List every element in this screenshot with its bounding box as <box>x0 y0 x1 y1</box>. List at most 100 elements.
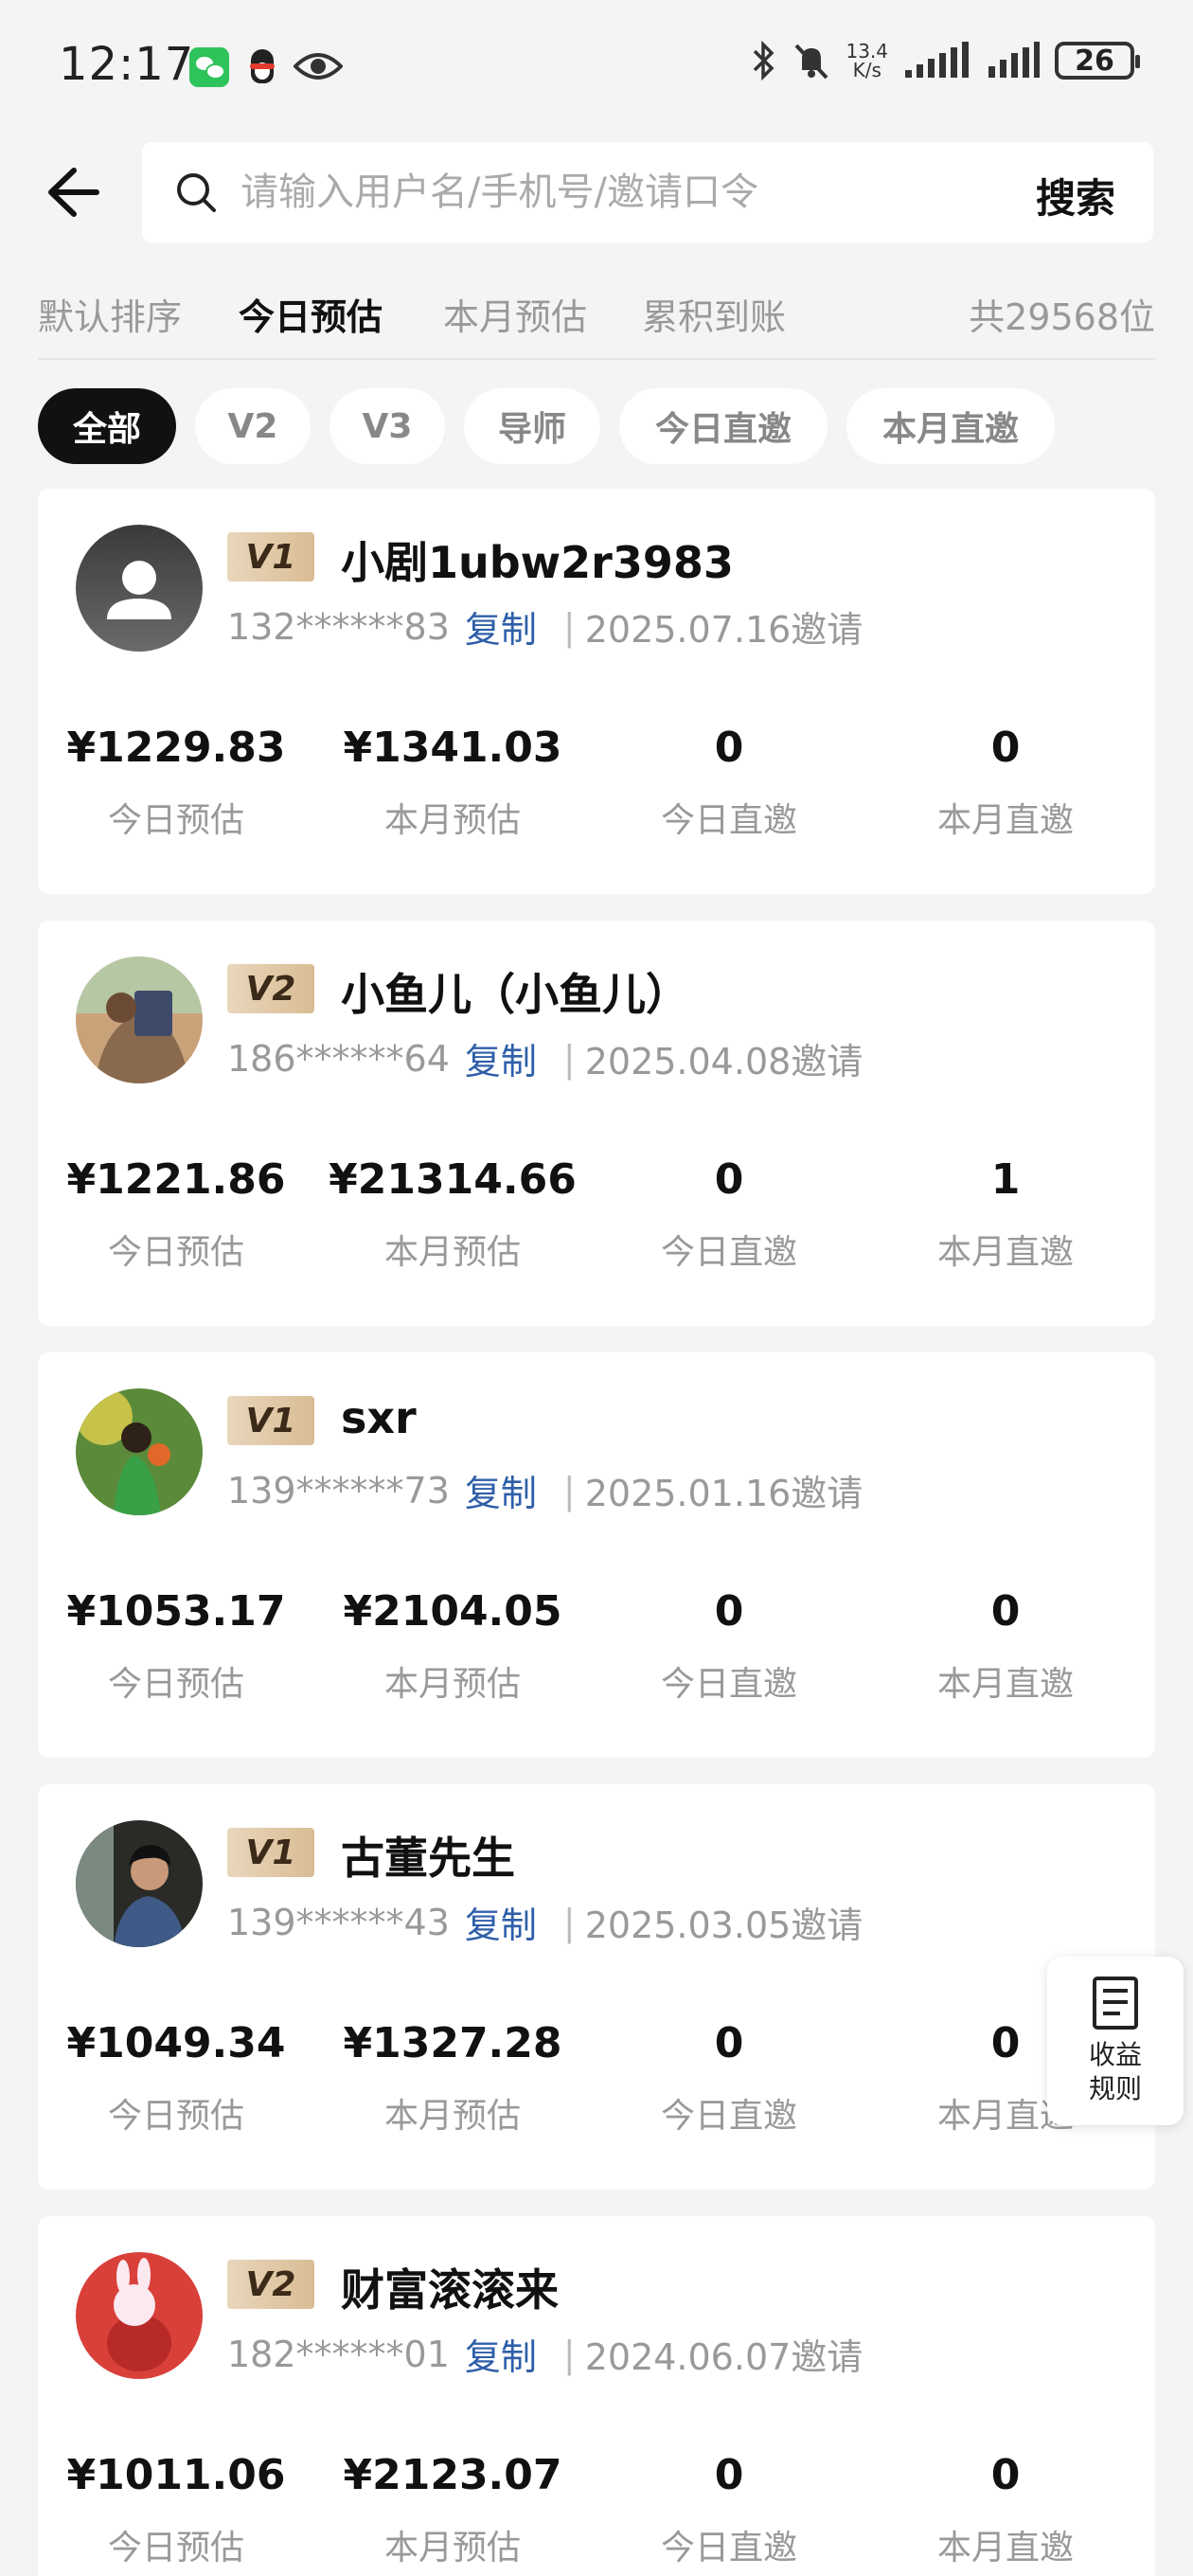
member-name: sxr <box>341 1392 417 1443</box>
member-stats: ¥1011.06 今日预估 ¥2123.07 本月预估 0 今日直邀 0 本月直邀 <box>38 2451 1155 2574</box>
document-icon <box>1093 1977 1138 2030</box>
level-badge: V1 <box>227 1396 314 1445</box>
level-badge: V1 <box>227 1828 314 1877</box>
member-name: 财富滚滚来 <box>341 2264 559 2316</box>
chip-all[interactable]: 全部 <box>38 388 176 464</box>
stat-label: 本月预估 <box>383 801 521 840</box>
stat-today-estimate: ¥1011.06 <box>66 2451 286 2499</box>
copy-button[interactable]: 复制 <box>465 2328 537 2380</box>
status-time: 12:17 <box>59 38 195 91</box>
member-card[interactable]: V2 财富滚滚来 182******01 复制 | 2024.06.07邀请 ¥… <box>38 2216 1155 2576</box>
avatar <box>76 2252 203 2379</box>
stat-label: 本月预估 <box>383 1665 521 1704</box>
stat-label: 本月直邀 <box>936 2529 1074 2567</box>
stat-label: 本月预估 <box>383 1233 521 1272</box>
search-icon <box>177 173 216 212</box>
stat-label: 今日直邀 <box>660 801 797 840</box>
chip-v2[interactable]: V2 <box>195 388 311 464</box>
member-meta: 132******83 复制 | 2025.07.16邀请 <box>227 600 863 653</box>
member-card[interactable]: V1 sxr 139******73 复制 | 2025.01.16邀请 ¥10… <box>38 1352 1155 1758</box>
member-stats: ¥1053.17 今日预估 ¥2104.05 本月预估 0 今日直邀 0 本月直邀 <box>38 1587 1155 1710</box>
back-arrow-icon[interactable] <box>38 159 104 225</box>
bell-muted-icon <box>795 44 828 80</box>
member-phone: 132******83 <box>227 605 450 648</box>
stat-month-direct: 1 <box>990 1155 1021 1204</box>
stat-month-estimate: ¥1327.28 <box>343 2019 562 2067</box>
stat-month-direct: 0 <box>990 724 1021 772</box>
invite-date: 2025.04.08邀请 <box>584 1041 864 1082</box>
net-speed: 13.4 K/s <box>846 40 888 81</box>
sort-tabs: 默认排序 今日预估 本月预估 累积到账 共29568位 <box>38 284 1155 360</box>
stat-month-estimate: ¥2104.05 <box>343 1587 562 1636</box>
invite-date: 2025.03.05邀请 <box>584 1905 864 1946</box>
tab-today-estimate[interactable]: 今日预估 <box>239 288 383 340</box>
stat-label: 本月直邀 <box>936 1233 1074 1272</box>
stat-today-estimate: ¥1053.17 <box>66 1587 286 1636</box>
tab-accumulated[interactable]: 累积到账 <box>642 288 786 340</box>
member-name: 小鱼儿（小鱼儿） <box>341 969 689 1020</box>
stat-label: 本月预估 <box>383 2529 521 2567</box>
wechat-icon <box>189 47 229 87</box>
member-phone: 182******01 <box>227 2333 450 2375</box>
member-card[interactable]: V1 小剧1ubw2r3983 132******83 复制 | 2025.07… <box>38 489 1155 894</box>
avatar <box>76 1820 203 1947</box>
level-badge: V2 <box>227 964 314 1013</box>
chip-v3[interactable]: V3 <box>329 388 445 464</box>
member-stats: ¥1221.86 今日预估 ¥21314.66 本月预估 0 今日直邀 1 本月直邀 <box>38 1155 1155 1279</box>
eye-icon <box>294 53 343 80</box>
member-meta: 182******01 复制 | 2024.06.07邀请 <box>227 2328 863 2380</box>
stat-month-direct: 0 <box>990 2451 1021 2499</box>
search-button[interactable]: 搜索 <box>1036 167 1115 224</box>
stat-today-direct: 0 <box>714 2019 744 2067</box>
member-card[interactable]: V1 古董先生 139******43 复制 | 2025.03.05邀请 ¥1… <box>38 1784 1155 2190</box>
stat-month-estimate: ¥1341.03 <box>343 724 562 772</box>
stat-today-estimate: ¥1229.83 <box>66 724 286 772</box>
copy-button[interactable]: 复制 <box>465 1464 537 1516</box>
stat-today-estimate: ¥1221.86 <box>66 1155 286 1204</box>
chip-month-direct[interactable]: 本月直邀 <box>846 388 1055 464</box>
member-card[interactable]: V2 小鱼儿（小鱼儿） 186******64 复制 | 2025.04.08邀… <box>38 921 1155 1326</box>
search-header: 搜索 <box>0 142 1193 242</box>
stat-label: 今日预估 <box>107 2529 244 2567</box>
tab-month-estimate[interactable]: 本月预估 <box>443 288 587 340</box>
stat-today-direct: 0 <box>714 724 744 772</box>
member-meta: 139******43 复制 | 2025.03.05邀请 <box>227 1896 863 1948</box>
invite-date: 2025.01.16邀请 <box>584 1473 864 1514</box>
stat-today-direct: 0 <box>714 1587 744 1636</box>
member-name: 古董先生 <box>341 1833 515 1884</box>
stat-label: 今日预估 <box>107 801 244 840</box>
copy-button[interactable]: 复制 <box>465 1896 537 1948</box>
stat-label: 今日预估 <box>107 2097 244 2136</box>
level-badge: V2 <box>227 2260 314 2309</box>
search-box: 搜索 <box>142 142 1153 242</box>
signal-icon-1 <box>905 42 969 78</box>
member-phone: 186******64 <box>227 1037 450 1080</box>
copy-button[interactable]: 复制 <box>465 600 537 653</box>
signal-icon-2 <box>988 42 1040 78</box>
avatar <box>76 1388 203 1515</box>
copy-button[interactable]: 复制 <box>465 1032 537 1084</box>
search-input[interactable] <box>240 163 979 222</box>
member-name: 小剧1ubw2r3983 <box>341 537 734 588</box>
invite-date: 2025.07.16邀请 <box>584 609 864 651</box>
stat-month-direct: 0 <box>990 1587 1021 1636</box>
tab-default-sort[interactable]: 默认排序 <box>38 288 182 340</box>
chip-mentor[interactable]: 导师 <box>464 388 600 464</box>
chip-today-direct[interactable]: 今日直邀 <box>619 388 828 464</box>
rules-label: 收益 规则 <box>1088 2039 1142 2104</box>
earnings-rules-button[interactable]: 收益 规则 <box>1047 1957 1184 2125</box>
stat-today-estimate: ¥1049.34 <box>66 2019 286 2067</box>
stat-label: 今日直邀 <box>660 2097 797 2136</box>
avatar <box>76 957 203 1083</box>
stat-today-direct: 0 <box>714 1155 744 1204</box>
member-phone: 139******43 <box>227 1901 450 1943</box>
member-stats: ¥1229.83 今日预估 ¥1341.03 本月预估 0 今日直邀 0 本月直邀 <box>38 724 1155 847</box>
stat-label: 今日预估 <box>107 1665 244 1704</box>
status-right-icons: 13.4 K/s 26 <box>749 40 1140 81</box>
battery-indicator: 26 <box>1055 42 1140 80</box>
invite-date: 2024.06.07邀请 <box>584 2336 864 2378</box>
total-count: 共29568位 <box>969 296 1155 338</box>
stat-label: 今日预估 <box>107 1233 244 1272</box>
member-phone: 139******73 <box>227 1469 450 1512</box>
stat-label: 今日直邀 <box>660 1665 797 1704</box>
